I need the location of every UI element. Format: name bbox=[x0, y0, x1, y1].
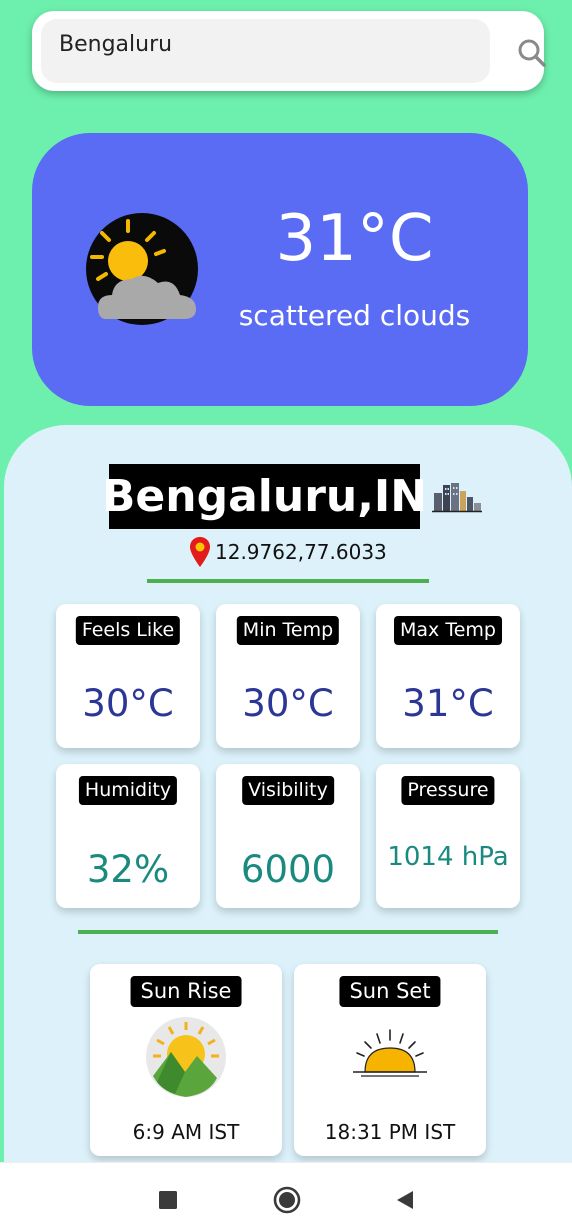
back-button[interactable] bbox=[396, 1190, 414, 1214]
stat-value: 30°C bbox=[242, 682, 334, 725]
system-nav-bar bbox=[0, 1162, 572, 1221]
sunrise-label: Sun Rise bbox=[130, 976, 242, 1007]
sunset-card: Sun Set 18:31 PM IST bbox=[294, 964, 486, 1156]
stat-label: Visibility bbox=[242, 776, 334, 805]
coordinates-text: 12.9762,77.6033 bbox=[215, 540, 387, 564]
sunset-label: Sun Set bbox=[339, 976, 441, 1007]
humidity-card: Humidity 32% bbox=[56, 764, 200, 908]
sunset-time: 18:31 PM IST bbox=[324, 1120, 456, 1144]
min-temp-card: Min Temp 30°C bbox=[216, 604, 360, 748]
divider-bottom bbox=[78, 930, 498, 934]
stat-value: 1014 hPa bbox=[387, 842, 509, 872]
home-circle-icon bbox=[273, 1186, 301, 1214]
sun-cloud-icon bbox=[86, 213, 198, 325]
pressure-card: Pressure 1014 hPa bbox=[376, 764, 520, 908]
search-button[interactable] bbox=[512, 33, 552, 73]
max-temp-card: Max Temp 31°C bbox=[376, 604, 520, 748]
current-weather-card: 31°C scattered clouds bbox=[32, 133, 528, 406]
feels-like-card: Feels Like 30°C bbox=[56, 604, 200, 748]
stat-label: Min Temp bbox=[236, 616, 340, 645]
city-buildings-icon bbox=[432, 483, 482, 513]
recents-button[interactable] bbox=[159, 1191, 177, 1213]
sunrise-time: 6:9 AM IST bbox=[132, 1120, 240, 1144]
recents-square-icon bbox=[159, 1191, 177, 1209]
weather-description: scattered clouds bbox=[238, 299, 471, 332]
stat-value: 31°C bbox=[402, 682, 494, 725]
back-triangle-icon bbox=[397, 1191, 413, 1209]
sunrise-card: Sun Rise 6:9 AM IST bbox=[90, 964, 282, 1156]
visibility-card: Visibility 6000 bbox=[216, 764, 360, 908]
stat-value: 32% bbox=[86, 848, 170, 891]
city-name: Bengaluru,IN bbox=[102, 464, 427, 529]
sunrise-icon bbox=[146, 1017, 226, 1097]
home-button[interactable] bbox=[273, 1186, 301, 1218]
stat-label: Pressure bbox=[401, 776, 495, 805]
search-input[interactable] bbox=[41, 19, 490, 83]
stat-label: Humidity bbox=[78, 776, 178, 805]
stat-value: 30°C bbox=[82, 682, 174, 725]
sunset-icon bbox=[353, 1029, 427, 1077]
location-pin-icon bbox=[190, 537, 210, 567]
stat-label: Feels Like bbox=[75, 616, 181, 645]
stat-value: 6000 bbox=[240, 848, 336, 891]
search-icon bbox=[518, 39, 546, 67]
search-bar bbox=[32, 11, 546, 91]
coordinates-row: 12.9762,77.6033 bbox=[189, 536, 387, 568]
divider-top bbox=[147, 579, 429, 583]
stat-label: Max Temp bbox=[394, 616, 502, 645]
current-temperature: 31°C bbox=[275, 202, 434, 276]
